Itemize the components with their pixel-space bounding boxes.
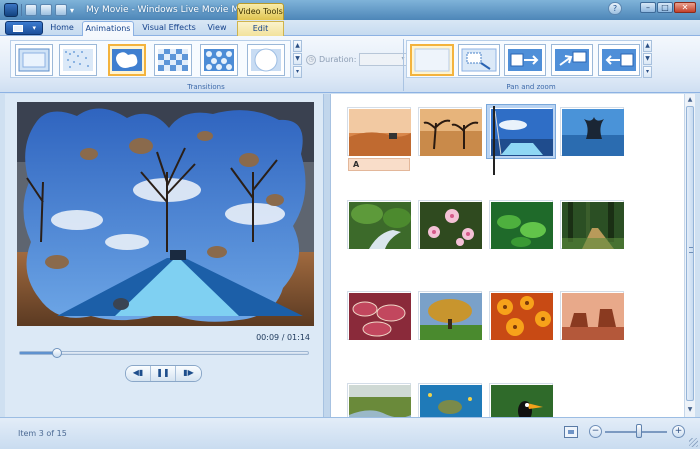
ribbon-panel: ▲ ▼ ▾ Transitions ◷ Duration: ▾ ▲ ▼ ▾	[0, 36, 700, 93]
status-bar: Item 3 of 15 − +	[0, 417, 700, 449]
video-tools-context-label: Video Tools	[237, 3, 284, 20]
save-icon[interactable]	[25, 4, 37, 16]
window-title: My Movie - Windows Live Movie Maker	[86, 5, 259, 15]
gallery-scroll-up-icon[interactable]: ▲	[643, 40, 652, 52]
playback-controls: ◀▮ ❚❚ ▮▶	[125, 365, 202, 382]
title-bar: ▾ My Movie - Windows Live Movie Maker Vi…	[0, 0, 700, 20]
time-readout: 00:09 / 01:14	[256, 333, 310, 342]
help-icon[interactable]: ?	[608, 2, 622, 15]
insertion-marker	[493, 106, 495, 175]
redo-icon[interactable]	[55, 4, 67, 16]
app-menu-icon	[13, 25, 23, 32]
clip-blue-sky-pier[interactable]	[490, 108, 553, 156]
window-controls: ? – □ ✕	[608, 2, 696, 15]
transition-crossfade[interactable]	[59, 44, 97, 76]
ribbon-group-divider	[403, 39, 404, 91]
zoom-out-button[interactable]: −	[589, 425, 602, 438]
seek-bar[interactable]	[19, 348, 309, 358]
main-area: 00:09 / 01:14 ◀▮ ❚❚ ▮▶ A ▲ ▼	[0, 94, 700, 417]
storyboard-view-icon[interactable]	[564, 426, 578, 438]
duration-label: Duration:	[319, 55, 357, 64]
storyboard-scrollbar[interactable]: ▲ ▼	[684, 94, 695, 417]
pause-button[interactable]: ❚❚	[151, 366, 176, 381]
tab-view[interactable]: View	[202, 21, 232, 36]
gallery-more-icon[interactable]: ▾	[643, 66, 652, 78]
transitions-gallery	[10, 40, 291, 78]
clip-stream-landscape[interactable]	[348, 384, 411, 417]
clip-whale-tail[interactable]	[561, 108, 624, 156]
time-current: 00:09	[256, 333, 280, 342]
clip-forest-path[interactable]	[561, 201, 624, 249]
gallery-scroll-up-icon[interactable]: ▲	[293, 40, 302, 52]
ribbon-tab-row: ▾ Home Animations Visual Effects View Ed…	[0, 20, 700, 36]
tab-animations[interactable]: Animations	[82, 21, 134, 36]
item-count-text: Item 3 of 15	[18, 429, 67, 438]
next-frame-button[interactable]: ▮▶	[176, 366, 201, 381]
resize-grip[interactable]	[689, 438, 698, 447]
clip-acacia-trees[interactable]	[419, 108, 482, 156]
clip-desert-butte[interactable]	[561, 292, 624, 340]
undo-icon[interactable]	[40, 4, 52, 16]
duration-control: ◷ Duration: ▾	[306, 53, 408, 66]
clip-orange-flowers[interactable]	[490, 292, 553, 340]
clip-forest-stream[interactable]	[348, 201, 411, 249]
close-button[interactable]: ✕	[674, 2, 696, 13]
pane-splitter[interactable]	[323, 94, 331, 417]
clip-green-leaves[interactable]	[490, 201, 553, 249]
gallery-scroll-down-icon[interactable]: ▼	[643, 53, 652, 65]
gallery-more-icon[interactable]: ▾	[293, 66, 302, 78]
preview-pane: 00:09 / 01:14 ◀▮ ❚❚ ▮▶	[5, 94, 323, 417]
minimize-button[interactable]: –	[640, 2, 656, 13]
previous-frame-button[interactable]: ◀▮	[126, 366, 151, 381]
clip-autumn-tree[interactable]	[419, 292, 482, 340]
scrollbar-grip	[689, 247, 693, 253]
transition-shapes[interactable]	[200, 44, 238, 76]
transition-circle[interactable]	[247, 44, 285, 76]
tab-edit[interactable]: Edit	[237, 21, 284, 36]
app-logo-icon[interactable]	[4, 3, 18, 17]
clip-pink-flowers[interactable]	[419, 201, 482, 249]
clock-icon: ◷	[306, 54, 316, 65]
pan-zoom-pan-right[interactable]	[504, 44, 546, 76]
clip-desert-oryx[interactable]	[348, 108, 411, 156]
quick-access-toolbar: ▾	[4, 3, 74, 17]
time-separator: /	[279, 333, 287, 342]
zoom-slider-handle[interactable]	[636, 424, 643, 438]
qat-separator	[21, 4, 22, 16]
storyboard-pane: A	[331, 94, 684, 417]
caption-tag[interactable]: A	[348, 158, 410, 171]
transition-checkerboard[interactable]	[154, 44, 192, 76]
pan-zoom-pan-up-right[interactable]	[551, 44, 593, 76]
video-preview[interactable]	[17, 102, 314, 326]
pan-zoom-zoom-in[interactable]	[458, 44, 500, 76]
tab-visual-effects[interactable]: Visual Effects	[140, 21, 198, 36]
pan-zoom-gallery	[406, 40, 642, 78]
pan-zoom-gallery-scroll: ▲ ▼ ▾	[643, 40, 652, 78]
transition-blob[interactable]	[108, 44, 146, 76]
duration-select[interactable]: ▾	[359, 53, 408, 66]
scrollbar-thumb[interactable]	[686, 106, 694, 401]
transitions-group-label: Transitions	[187, 83, 225, 91]
transitions-gallery-scroll: ▲ ▼ ▾	[293, 40, 302, 78]
scroll-down-icon[interactable]: ▼	[686, 406, 694, 415]
caption-icon: A	[353, 160, 360, 169]
chevron-down-icon: ▾	[32, 24, 36, 32]
scroll-up-icon[interactable]: ▲	[686, 96, 694, 105]
pan-zoom-group-label: Pan and zoom	[506, 83, 556, 91]
tab-home[interactable]: Home	[46, 21, 78, 36]
seek-bar-handle[interactable]	[52, 348, 63, 358]
qat-dropdown-icon[interactable]: ▾	[70, 6, 74, 15]
maximize-button[interactable]: □	[657, 2, 673, 13]
clip-red-leaves[interactable]	[348, 292, 411, 340]
time-total: 01:14	[286, 333, 310, 342]
application-menu-button[interactable]: ▾	[5, 21, 43, 35]
clip-underwater-turtle[interactable]	[419, 384, 482, 417]
pan-zoom-pan-left[interactable]	[598, 44, 640, 76]
transition-none[interactable]	[15, 44, 53, 76]
gallery-scroll-down-icon[interactable]: ▼	[293, 53, 302, 65]
zoom-in-button[interactable]: +	[672, 425, 685, 438]
pan-zoom-none[interactable]	[410, 44, 454, 76]
clip-toucan[interactable]	[490, 384, 553, 417]
